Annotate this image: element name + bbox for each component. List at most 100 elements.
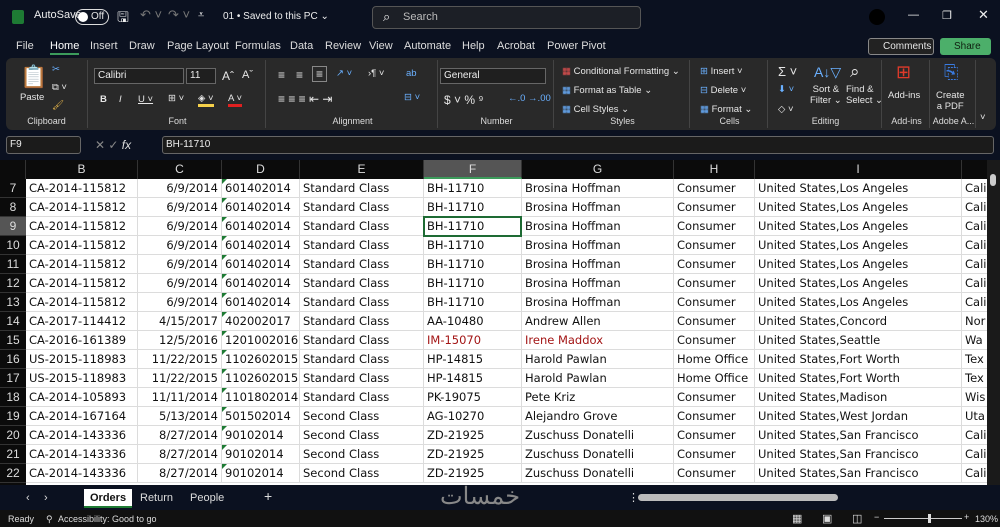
- orientation-icon[interactable]: ↗ ˅: [336, 68, 352, 79]
- cell[interactable]: 402002017: [222, 312, 300, 331]
- cell[interactable]: ZD-21925: [424, 426, 522, 445]
- cell[interactable]: CA-2014-115812: [26, 198, 138, 217]
- save-icon[interactable]: 🖫: [117, 7, 129, 31]
- decrease-font-icon[interactable]: Aˇ: [242, 69, 253, 81]
- cell[interactable]: Tex: [962, 350, 987, 369]
- cell[interactable]: United States,San Francisco: [755, 464, 962, 483]
- tab-acrobat[interactable]: Acrobat: [497, 40, 535, 52]
- page-break-view-icon[interactable]: ◫: [852, 512, 862, 525]
- cell[interactable]: United States,Los Angeles: [755, 217, 962, 236]
- borders-icon[interactable]: ⊞ ˅: [168, 93, 184, 104]
- row-header[interactable]: 7: [0, 179, 26, 198]
- cell[interactable]: 6/9/2014: [138, 217, 222, 236]
- column-header-C[interactable]: C: [138, 160, 222, 179]
- fill-color-icon[interactable]: ◈ ˅: [198, 93, 214, 107]
- cell[interactable]: 601402014: [222, 217, 300, 236]
- row-header[interactable]: 12: [0, 274, 26, 293]
- cell[interactable]: BH-11710: [424, 198, 522, 217]
- cell[interactable]: Cali: [962, 426, 987, 445]
- cell[interactable]: Standard Class: [300, 217, 424, 236]
- cell[interactable]: 1101802014: [222, 388, 300, 407]
- cell[interactable]: 6/9/2014: [138, 179, 222, 198]
- row-header[interactable]: 18: [0, 388, 26, 407]
- cell[interactable]: United States,West Jordan: [755, 407, 962, 426]
- sort-filter-icon[interactable]: A↓▽: [814, 64, 841, 81]
- cell[interactable]: Standard Class: [300, 198, 424, 217]
- cell[interactable]: 12/5/2016: [138, 331, 222, 350]
- document-title[interactable]: 01 • Saved to this PC ⌄: [223, 11, 329, 22]
- cell[interactable]: CA-2016-161389: [26, 331, 138, 350]
- spreadsheet-grid[interactable]: B C D E F G H I 7 CA-2014-115812 6/9/2014 601402014…: [0, 160, 987, 485]
- add-sheet-icon[interactable]: +: [258, 487, 278, 506]
- cell[interactable]: Consumer: [674, 464, 755, 483]
- cell[interactable]: United States,Los Angeles: [755, 255, 962, 274]
- cell[interactable]: Brosina Hoffman: [522, 274, 674, 293]
- sheet-tab-orders[interactable]: Orders: [84, 489, 133, 508]
- cell[interactable]: Brosina Hoffman: [522, 236, 674, 255]
- row-header[interactable]: 14: [0, 312, 26, 331]
- cell[interactable]: 6/9/2014: [138, 293, 222, 312]
- copy-icon[interactable]: ⧉ ˅: [52, 82, 67, 93]
- cell[interactable]: Wa: [962, 331, 987, 350]
- cell[interactable]: CA-2014-115812: [26, 274, 138, 293]
- prev-sheet-icon[interactable]: ‹: [20, 489, 36, 508]
- undo-icon[interactable]: ↶ ˅: [140, 7, 162, 23]
- align-middle-icon[interactable]: ≡: [296, 68, 303, 82]
- cell[interactable]: 601402014: [222, 293, 300, 312]
- cell[interactable]: Standard Class: [300, 350, 424, 369]
- cell[interactable]: Standard Class: [300, 369, 424, 388]
- cell[interactable]: 501502014: [222, 407, 300, 426]
- sheet-tab-return[interactable]: Return: [134, 489, 179, 508]
- cell[interactable]: United States,Seattle: [755, 331, 962, 350]
- cell[interactable]: BH-11710: [424, 217, 522, 236]
- addins-button[interactable]: Add-ins: [888, 90, 920, 101]
- tab-view[interactable]: View: [369, 40, 393, 52]
- cell[interactable]: Consumer: [674, 293, 755, 312]
- merge-center-icon[interactable]: ⊟ ˅: [404, 92, 420, 103]
- cell[interactable]: United States,Los Angeles: [755, 236, 962, 255]
- cell[interactable]: Brosina Hoffman: [522, 179, 674, 198]
- redo-icon[interactable]: ↷ ˅: [168, 7, 190, 23]
- underline-button[interactable]: U ˅: [138, 94, 153, 105]
- text-direction-icon[interactable]: ›¶ ˅: [368, 68, 384, 79]
- page-layout-view-icon[interactable]: ▣: [822, 512, 832, 525]
- cell[interactable]: BH-11710: [424, 255, 522, 274]
- currency-icon[interactable]: $ ˅ % ⁹: [444, 93, 484, 107]
- zoom-slider-handle[interactable]: [928, 514, 931, 523]
- zoom-in-icon[interactable]: +: [964, 512, 969, 522]
- cell[interactable]: United States,Fort Worth: [755, 350, 962, 369]
- cell[interactable]: Cali: [962, 198, 987, 217]
- tab-page-layout[interactable]: Page Layout: [167, 40, 229, 52]
- cell[interactable]: 1201002016: [222, 331, 300, 350]
- cell[interactable]: United States,San Francisco: [755, 445, 962, 464]
- cell[interactable]: United States,Los Angeles: [755, 198, 962, 217]
- cell[interactable]: Cali: [962, 464, 987, 483]
- vertical-scrollbar[interactable]: [987, 160, 1000, 485]
- cell[interactable]: Consumer: [674, 198, 755, 217]
- cell[interactable]: 601402014: [222, 274, 300, 293]
- scroll-thumb[interactable]: [990, 174, 996, 186]
- sort-filter-button[interactable]: Sort & Filter ⌄: [810, 84, 842, 106]
- minimize-icon[interactable]: —: [908, 9, 919, 21]
- row-header[interactable]: 11: [0, 255, 26, 274]
- select-all-corner[interactable]: [0, 160, 26, 179]
- cell[interactable]: United States,Los Angeles: [755, 293, 962, 312]
- cell[interactable]: Pete Kriz: [522, 388, 674, 407]
- cell[interactable]: Irene Maddox: [522, 331, 674, 350]
- paste-icon[interactable]: 📋: [20, 64, 47, 90]
- cell[interactable]: 90102014: [222, 445, 300, 464]
- normal-view-icon[interactable]: ▦: [792, 512, 802, 525]
- cell[interactable]: IM-15070: [424, 331, 522, 350]
- cell[interactable]: Consumer: [674, 217, 755, 236]
- fill-icon[interactable]: ⬇ ˅: [778, 84, 794, 95]
- cell[interactable]: US-2015-118983: [26, 369, 138, 388]
- cell[interactable]: CA-2014-143336: [26, 464, 138, 483]
- cell[interactable]: CA-2017-114412: [26, 312, 138, 331]
- cell[interactable]: Consumer: [674, 255, 755, 274]
- row-header[interactable]: [0, 483, 26, 485]
- cell[interactable]: Alejandro Grove: [522, 407, 674, 426]
- cell[interactable]: AA-10480: [424, 312, 522, 331]
- cell[interactable]: 601402014: [222, 255, 300, 274]
- search-input[interactable]: Search: [372, 6, 641, 29]
- column-header-B[interactable]: B: [26, 160, 138, 179]
